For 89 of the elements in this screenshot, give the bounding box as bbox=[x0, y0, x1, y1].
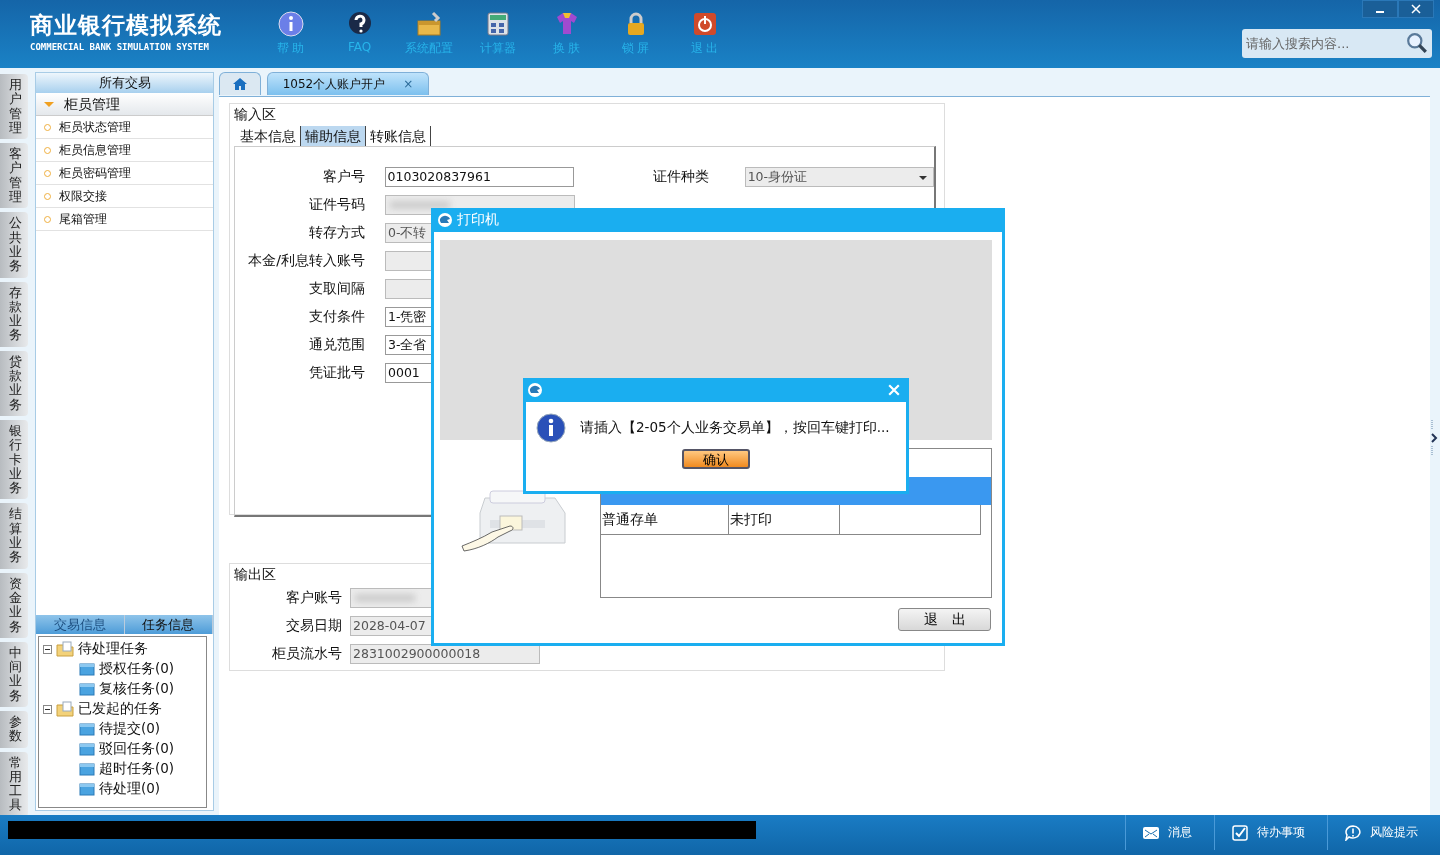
nav-tab[interactable]: 用户管理 bbox=[0, 74, 28, 140]
minimize-button[interactable] bbox=[1362, 0, 1398, 18]
close-icon[interactable] bbox=[1411, 4, 1421, 14]
section-title: 输入区 bbox=[233, 105, 277, 124]
folder-icon bbox=[79, 762, 95, 776]
collapse-handle[interactable] bbox=[1430, 418, 1438, 458]
tree-item[interactable]: 已发起的任务 bbox=[78, 700, 162, 718]
field-label: 支付条件 bbox=[308, 308, 365, 326]
status-label[interactable]: 待办事项 bbox=[1257, 824, 1305, 841]
info-icon bbox=[536, 413, 566, 443]
folder-icon bbox=[56, 641, 74, 657]
menu-item[interactable]: 柜员信息管理 bbox=[36, 139, 213, 162]
nav-tab[interactable]: 存款业务 bbox=[0, 281, 28, 347]
field-label: 本金/利息转入账号 bbox=[247, 252, 365, 270]
field-label: 支取间隔 bbox=[308, 280, 365, 298]
tree-item[interactable]: 授权任务(0) bbox=[99, 660, 175, 678]
close-button[interactable] bbox=[1398, 0, 1434, 18]
tree-item[interactable]: 待处理(0) bbox=[99, 780, 161, 798]
folder-icon bbox=[79, 782, 95, 796]
tree-item[interactable]: 驳回任务(0) bbox=[99, 740, 175, 758]
menu-item[interactable]: 柜员状态管理 bbox=[36, 116, 213, 139]
field-label: 证件号码 bbox=[308, 196, 365, 214]
menu-item[interactable]: 权限交接 bbox=[36, 185, 213, 208]
app-icon bbox=[527, 382, 543, 398]
tree-item[interactable]: 复核任务(0) bbox=[99, 680, 175, 698]
nav-tab[interactable]: 常用工具 bbox=[0, 751, 28, 817]
info-icon[interactable] bbox=[276, 10, 305, 38]
toggle-icon[interactable] bbox=[43, 704, 52, 714]
field-label: 转存方式 bbox=[308, 224, 365, 242]
search-icon[interactable] bbox=[1406, 32, 1428, 54]
nav-tab[interactable]: 银行卡业务 bbox=[0, 419, 28, 500]
status-label[interactable]: 风险提示 bbox=[1370, 824, 1418, 841]
tree-item[interactable]: 待提交(0) bbox=[99, 720, 161, 738]
nav-tab[interactable]: 中间业务 bbox=[0, 641, 28, 707]
menu-item[interactable]: 柜员密码管理 bbox=[36, 162, 213, 185]
field-label: 客户号 bbox=[321, 168, 365, 186]
search-field[interactable]: 请输入搜索内容... bbox=[1242, 29, 1432, 58]
app-title: 商业银行模拟系统 bbox=[30, 11, 223, 40]
menu-item[interactable]: 尾箱管理 bbox=[36, 208, 213, 231]
table-cell: 普通存单 bbox=[601, 505, 729, 534]
home-tab[interactable] bbox=[219, 72, 261, 95]
sidebar-title: 所有交易 bbox=[36, 73, 213, 93]
field-label: 柜员流水号 bbox=[271, 645, 342, 663]
field-label: 证件种类 bbox=[652, 168, 710, 186]
tab-label[interactable]: 1052个人账户开户 bbox=[282, 75, 386, 93]
speech-bubble-icon bbox=[1344, 824, 1362, 841]
input-field[interactable]: 2831002900000018 bbox=[350, 644, 540, 664]
folder-icon bbox=[79, 662, 95, 676]
form-tab[interactable]: 辅助信息 bbox=[301, 126, 366, 146]
field-label: 客户账号 bbox=[285, 589, 342, 607]
folder-icon bbox=[79, 722, 95, 736]
status-button[interactable]: 风险提示 bbox=[1327, 815, 1440, 850]
panel-tab[interactable]: 交易信息 bbox=[36, 615, 125, 634]
status-button[interactable]: 消息 bbox=[1125, 815, 1214, 850]
dialog-title: 打印机 bbox=[457, 211, 499, 229]
nav-tab[interactable]: 公共业务 bbox=[0, 212, 28, 278]
field-label: 凭证批号 bbox=[308, 364, 365, 382]
nav-tab[interactable]: 结算业务 bbox=[0, 503, 28, 569]
select-field[interactable]: 10-身份证 bbox=[744, 167, 934, 187]
folder-icon bbox=[79, 742, 95, 756]
field-label: 交易日期 bbox=[285, 617, 342, 635]
section-title: 输出区 bbox=[233, 565, 277, 584]
exit-button[interactable]: 退 出 bbox=[898, 608, 991, 631]
nav-tab[interactable]: 客户管理 bbox=[0, 143, 28, 209]
message-text: 请插入【2-05个人业务交易单】，按回车键打印... bbox=[580, 419, 890, 437]
status-button[interactable]: 待办事项 bbox=[1214, 815, 1327, 850]
app-subtitle: COMMERCIAL BANK SIMULATION SYSTEM bbox=[30, 42, 210, 52]
envelope-icon bbox=[1142, 824, 1160, 841]
toggle-icon[interactable] bbox=[43, 644, 52, 654]
tree-item[interactable]: 待处理任务 bbox=[78, 640, 148, 658]
confirm-button[interactable]: 确认 bbox=[682, 449, 750, 469]
form-tab[interactable]: 转账信息 bbox=[366, 126, 431, 146]
home-icon[interactable] bbox=[232, 77, 248, 91]
toolbox-icon[interactable] bbox=[414, 10, 443, 38]
folder-icon bbox=[56, 701, 74, 717]
nav-tab[interactable]: 参数 bbox=[0, 711, 28, 748]
status-label[interactable]: 消息 bbox=[1168, 824, 1192, 841]
nav-tab[interactable]: 贷款业务 bbox=[0, 350, 28, 416]
menu-group[interactable]: 柜员管理 bbox=[36, 93, 213, 116]
checkbox-icon bbox=[1231, 824, 1249, 841]
nav-tab[interactable]: 资金业务 bbox=[0, 572, 28, 638]
tree-item[interactable]: 超时任务(0) bbox=[99, 760, 175, 778]
panel-tab[interactable]: 任务信息 bbox=[124, 615, 213, 634]
tab-close-icon[interactable]: × bbox=[403, 77, 414, 91]
input-field[interactable]: 0103020837961 bbox=[384, 167, 574, 187]
field-label: 通兑范围 bbox=[308, 336, 365, 354]
folder-icon bbox=[79, 682, 95, 696]
table-cell: 未打印 bbox=[728, 505, 841, 534]
app-icon bbox=[437, 212, 453, 228]
